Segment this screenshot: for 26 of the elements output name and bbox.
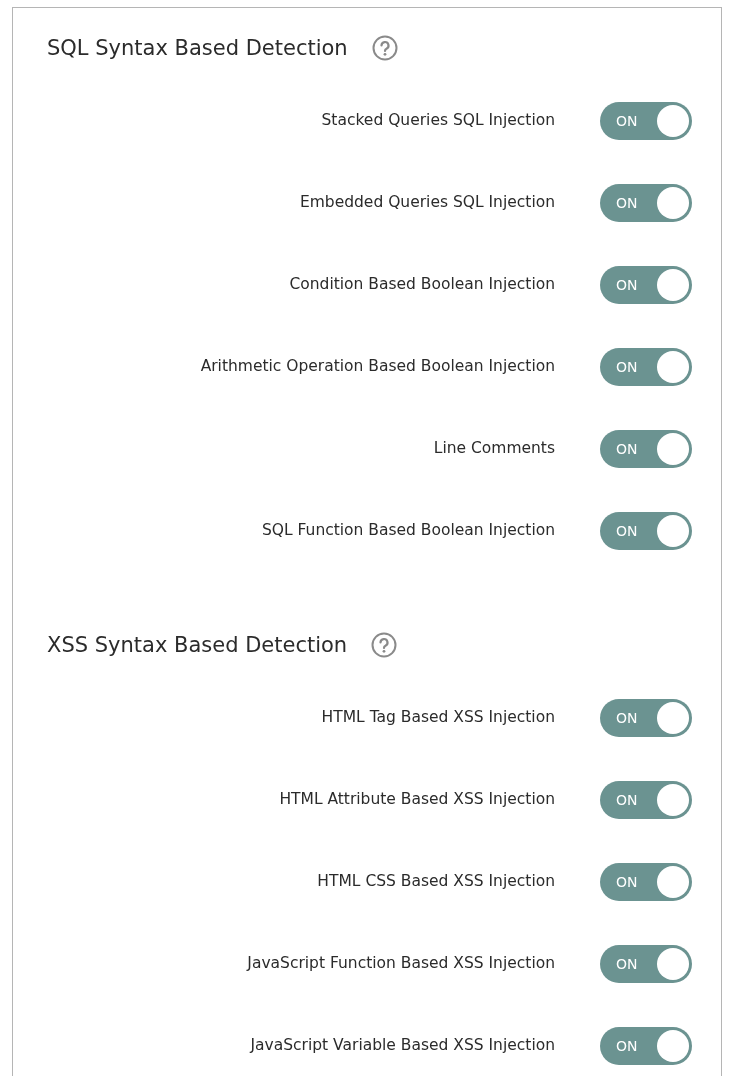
toggle-switch[interactable]: ON [600, 266, 692, 304]
option-label: HTML Attribute Based XSS Injection [279, 789, 555, 811]
toggle-switch[interactable]: ON [600, 512, 692, 550]
help-icon[interactable] [371, 632, 398, 658]
option-label: Embedded Queries SQL Injection [299, 192, 555, 214]
toggle-switch[interactable]: ON [600, 699, 692, 737]
toggle-switch[interactable]: ON [600, 430, 692, 468]
option-label: HTML Tag Based XSS Injection [321, 707, 555, 729]
option-label: JavaScript Variable Based XSS Injection [250, 1035, 555, 1057]
toggle-switch[interactable]: ON [600, 102, 692, 140]
toggle-switch[interactable]: ON [600, 1027, 692, 1065]
option-label: HTML CSS Based XSS Injection [317, 871, 555, 893]
toggle-switch[interactable]: ON [600, 184, 692, 222]
toggle-switch[interactable]: ON [600, 863, 692, 901]
section-title: SQL Syntax Based Detection [47, 35, 348, 62]
section-title: XSS Syntax Based Detection [47, 632, 348, 659]
option-label: Line Comments [433, 438, 555, 460]
toggle-switch[interactable]: ON [600, 945, 692, 983]
toggle-switch[interactable]: ON [600, 781, 692, 819]
option-label: Arithmetic Operation Based Boolean Injection [200, 356, 555, 378]
toggle-switch[interactable]: ON [600, 348, 692, 386]
option-label: Stacked Queries SQL Injection [321, 110, 555, 132]
option-label: SQL Function Based Boolean Injection [261, 520, 555, 542]
help-icon[interactable] [371, 35, 398, 61]
option-label: JavaScript Function Based XSS Injection [247, 953, 555, 975]
option-label: Condition Based Boolean Injection [289, 274, 555, 296]
